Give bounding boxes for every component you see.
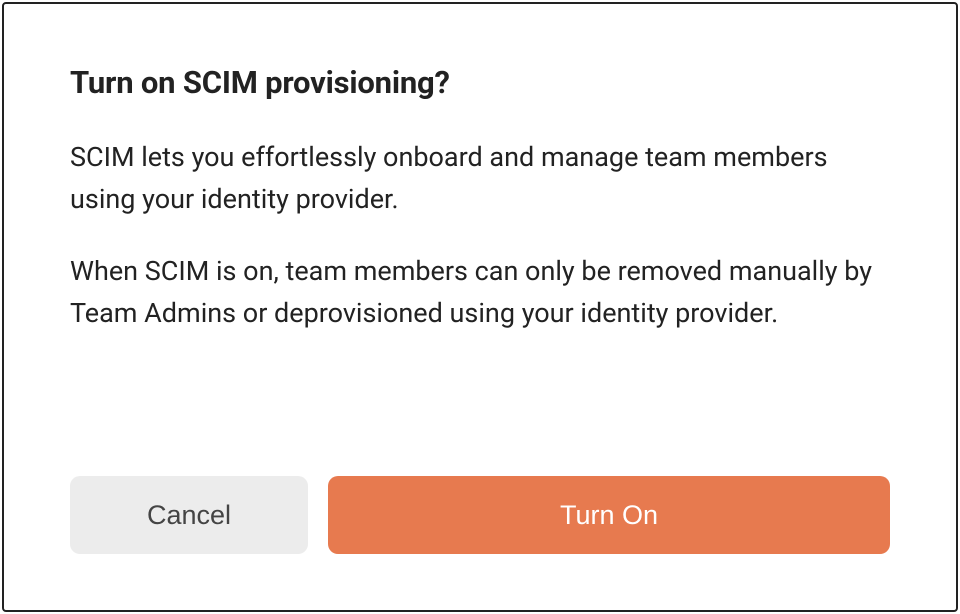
dialog-body: SCIM lets you effortlessly onboard and m… [70,137,890,476]
dialog-paragraph-1: SCIM lets you effortlessly onboard and m… [70,137,890,221]
dialog-title: Turn on SCIM provisioning? [70,64,890,101]
turn-on-button[interactable]: Turn On [328,476,890,554]
dialog-actions: Cancel Turn On [70,476,890,554]
dialog-paragraph-2: When SCIM is on, team members can only b… [70,251,890,335]
confirm-dialog: Turn on SCIM provisioning? SCIM lets you… [2,2,958,612]
cancel-button[interactable]: Cancel [70,476,308,554]
